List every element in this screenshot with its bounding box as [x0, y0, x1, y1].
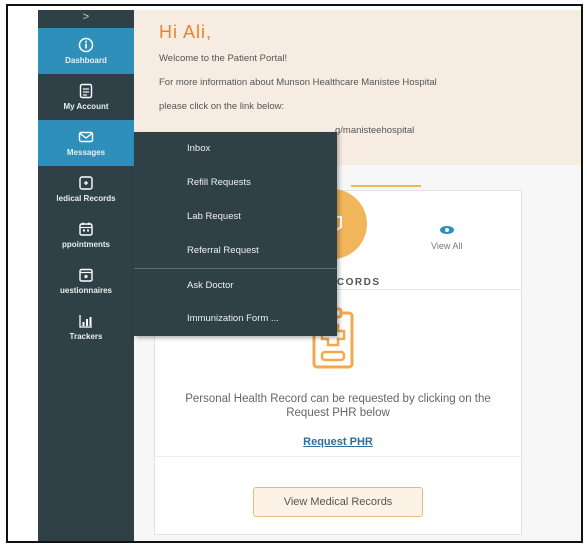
menu-item-lab-request[interactable]: Lab Request — [134, 200, 337, 234]
eye-icon — [439, 226, 454, 234]
info-icon — [78, 37, 94, 53]
sidebar-item-dashboard[interactable]: Dashboard — [38, 28, 134, 74]
record-icon — [78, 175, 94, 191]
menu-item-ask-doctor[interactable]: Ask Doctor — [134, 268, 337, 302]
sidebar-toggle[interactable]: > — [38, 10, 134, 28]
sidebar-item-trackers[interactable]: Trackers — [38, 304, 134, 350]
hospital-link[interactable]: g/manisteehospital — [335, 125, 581, 136]
clipboard-icon — [78, 267, 94, 283]
phr-description: Personal Health Record can be requested … — [185, 393, 491, 419]
envelope-icon — [78, 129, 94, 145]
sidebar-item-label: Trackers — [69, 332, 103, 341]
view-medical-records-button[interactable]: View Medical Records — [253, 487, 423, 517]
messages-dropdown: Inbox Refill Requests Lab Request Referr… — [134, 132, 337, 336]
sidebar-item-label: ledical Records — [56, 194, 116, 203]
request-phr-link[interactable]: Request PHR — [155, 436, 521, 448]
card-accent-line — [351, 185, 421, 191]
menu-item-inbox[interactable]: Inbox — [134, 132, 337, 166]
greeting: Hi Ali, — [159, 22, 213, 42]
card-footer-divider — [155, 456, 521, 457]
sidebar-item-my-account[interactable]: My Account — [38, 74, 134, 120]
sidebar-item-medical-records[interactable]: ledical Records — [38, 166, 134, 212]
menu-item-refill-requests[interactable]: Refill Requests — [134, 166, 337, 200]
sidebar-item-messages[interactable]: Messages — [38, 120, 134, 166]
sidebar-item-label: Dashboard — [65, 56, 107, 65]
menu-item-immunization-form[interactable]: Immunization Form ... — [134, 302, 337, 336]
chart-icon — [78, 313, 94, 329]
calendar-icon — [78, 221, 94, 237]
sidebar-item-questionnaires[interactable]: uestionnaires — [38, 258, 134, 304]
menu-item-referral-request[interactable]: Referral Request — [134, 234, 337, 268]
view-all-link[interactable]: View All — [431, 225, 462, 251]
sidebar-item-appointments[interactable]: ppointments — [38, 212, 134, 258]
sidebar: > Dashboard My Account Messages ledical … — [38, 10, 134, 541]
view-all-label: View All — [431, 241, 463, 251]
sidebar-item-label: My Account — [63, 102, 109, 111]
sidebar-item-label: ppointments — [62, 240, 110, 249]
sidebar-item-label: Messages — [66, 148, 106, 157]
welcome-line-2: For more information about Munson Health… — [159, 77, 437, 88]
screenshot-frame: Hi Ali, Welcome to the Patient Portal! F… — [6, 4, 583, 543]
document-icon — [78, 83, 94, 99]
welcome-line-3: please click on the link below: — [159, 101, 285, 112]
sidebar-item-label: uestionnaires — [59, 286, 112, 295]
welcome-line-1: Welcome to the Patient Portal! — [159, 53, 288, 64]
